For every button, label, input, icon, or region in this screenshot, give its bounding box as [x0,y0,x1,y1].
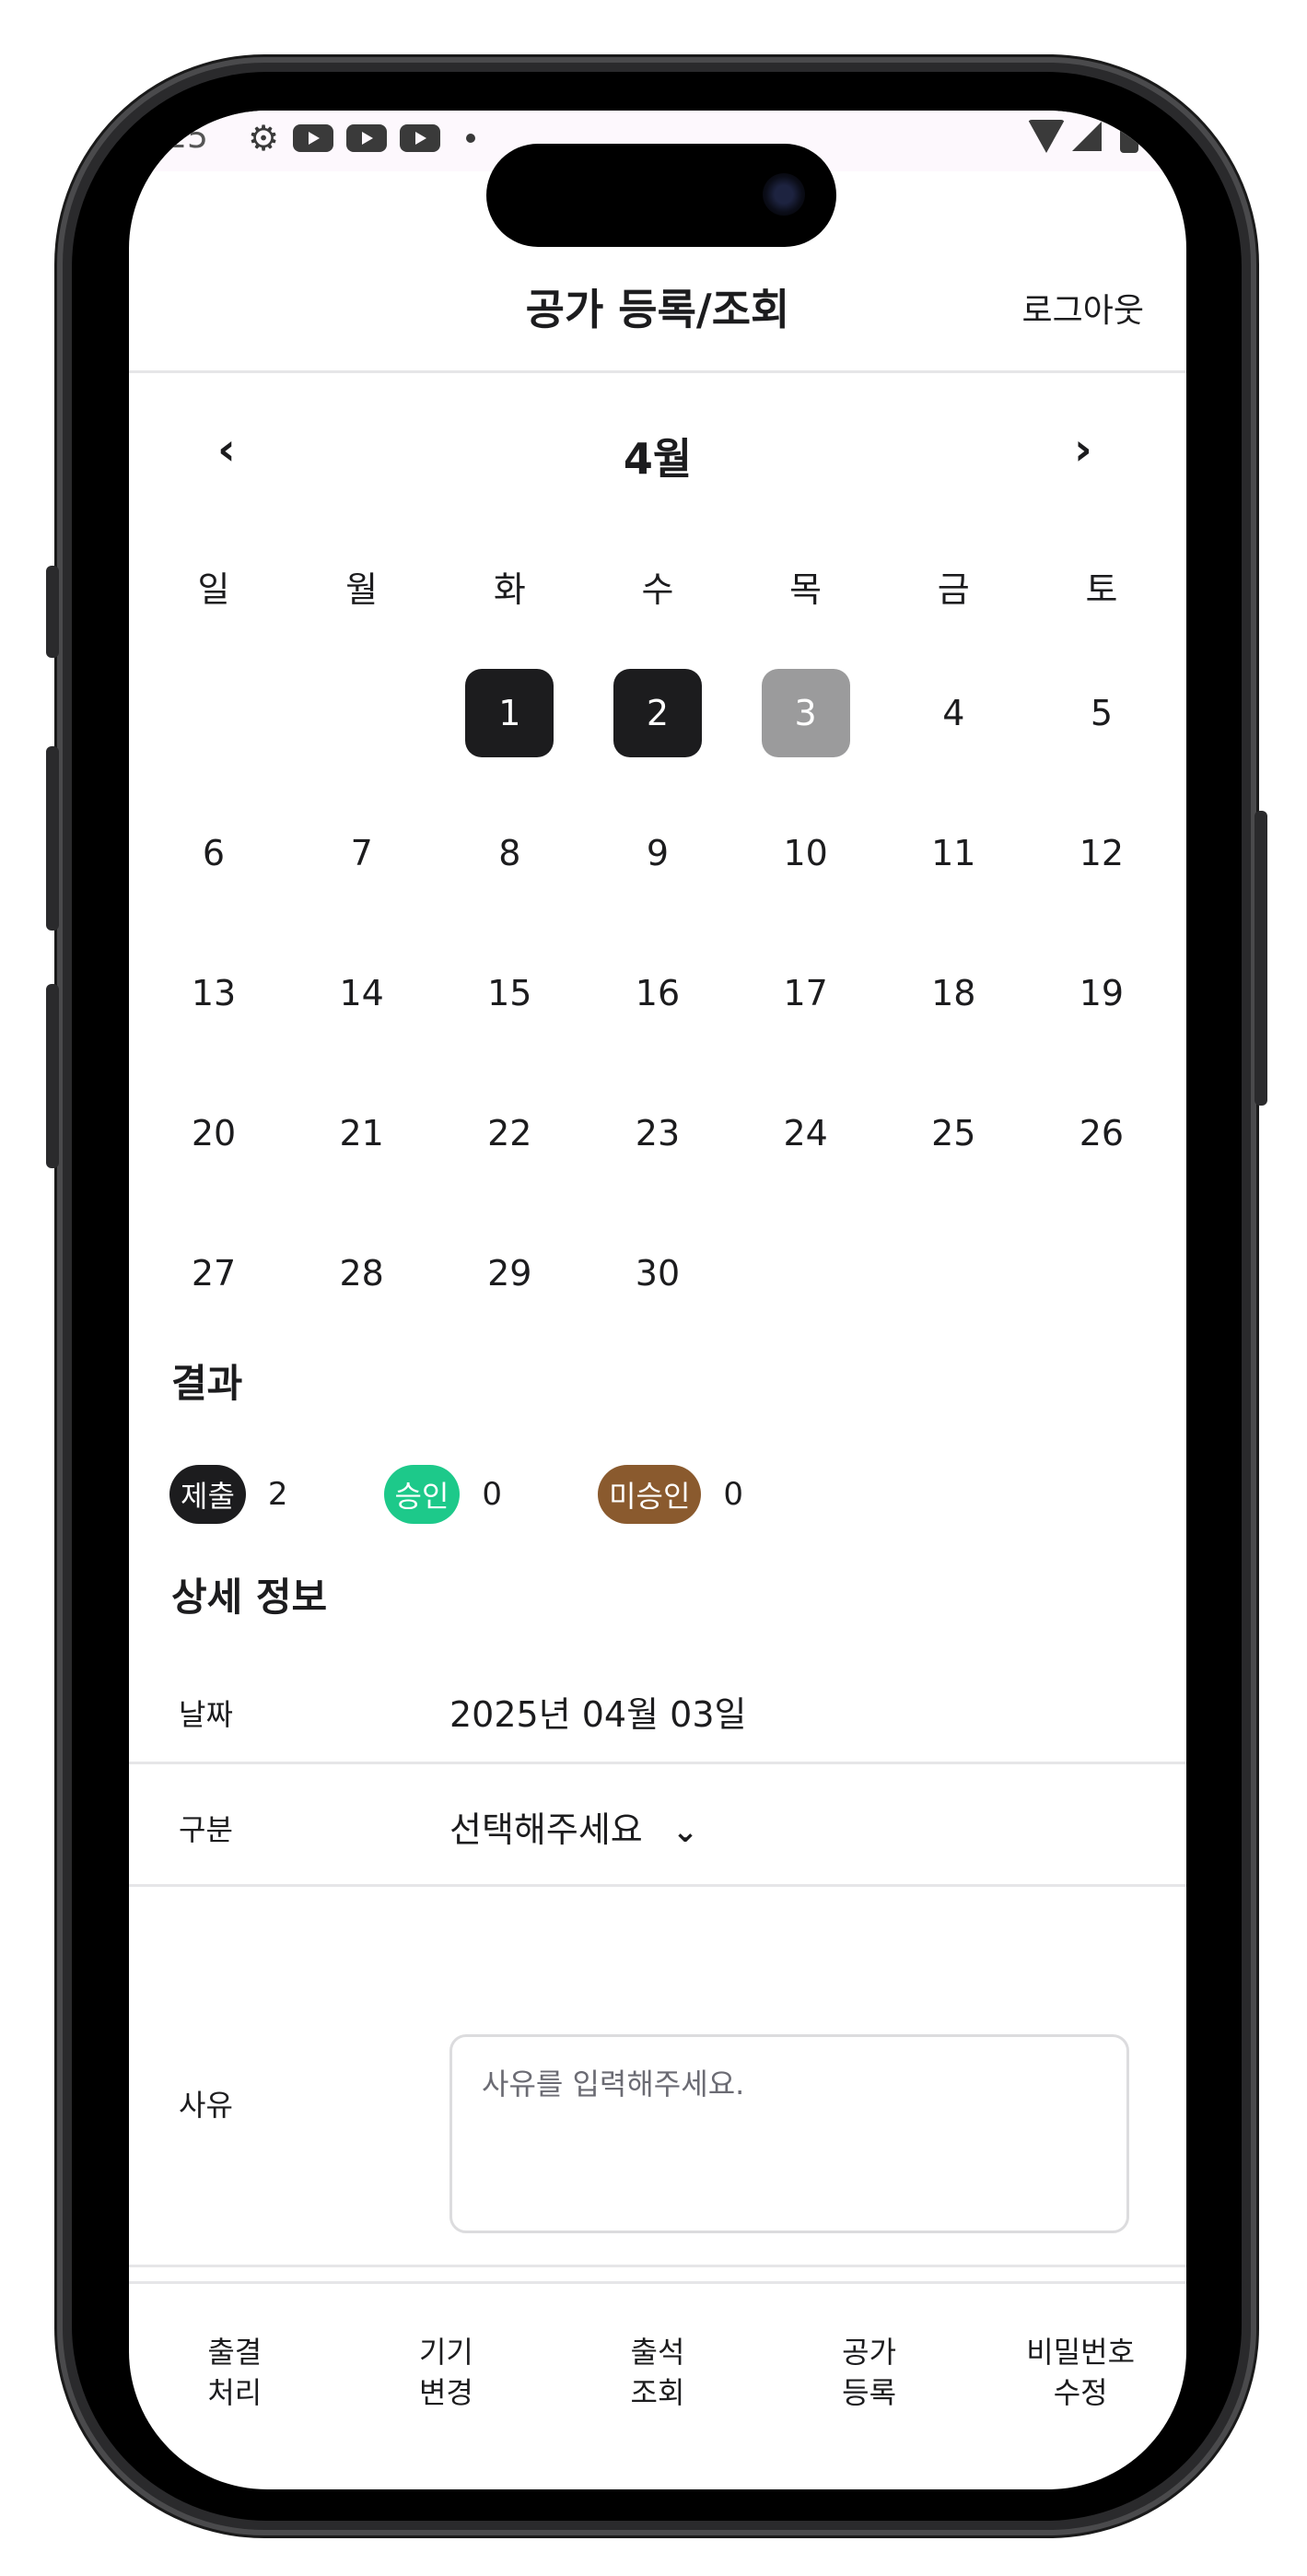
reason-field [449,2034,1129,2233]
chevron-down-icon: ⌄ [671,1813,699,1850]
status-badge-submitted: 제출 [169,1465,246,1524]
calendar-day[interactable]: 19 [1057,949,1146,1037]
nav-device-change[interactable]: 기기 변경 [341,2284,553,2468]
calendar-day[interactable]: 10 [762,809,850,897]
result-unapproved: 미승인 0 [598,1465,743,1524]
logout-button[interactable]: 로그아웃 [1022,284,1144,332]
calendar-day[interactable]: 25 [909,1089,998,1177]
weekday-label: 화 [493,568,526,610]
gear-icon: ⚙ [247,118,280,158]
calendar-empty-cell [762,1229,850,1317]
more-notifications-icon [466,134,475,143]
calendar-day[interactable]: 2 [613,669,702,757]
calendar-day[interactable]: 26 [1057,1089,1146,1177]
power-button [1254,811,1267,1106]
next-month-button[interactable]: › [1074,424,1092,475]
calendar-day[interactable]: 15 [465,949,554,1037]
app-header: 공가 등록/조회 로그아웃 [129,249,1186,373]
calendar-day[interactable]: 13 [169,949,258,1037]
weekday-label: 목 [789,568,823,610]
calendar-day[interactable]: 28 [318,1229,406,1317]
action-button [46,566,59,658]
results-title: 결과 [171,1361,243,1406]
calendar-day[interactable]: 27 [169,1229,258,1317]
calendar-day[interactable]: 7 [318,809,406,897]
type-row: 구분 선택해주세요 ⌄ [129,1764,1186,1887]
calendar-empty-cell [318,669,406,757]
weekday-label: 금 [937,568,970,610]
calendar-week-row: 27 28 29 30 [169,1229,1146,1317]
calendar-week-row: 13 14 15 16 17 18 19 [169,949,1146,1037]
nav-attendance-process[interactable]: 출결 처리 [129,2284,341,2468]
result-approved: 승인 0 [383,1465,503,1524]
calendar-day[interactable]: 9 [613,809,702,897]
calendar-day[interactable]: 3 [761,669,850,757]
volume-down-button [46,984,59,1168]
date-label: 날짜 [179,1697,233,1732]
bottom-nav: 출결 처리 기기 변경 출석 조회 공가 등록 비밀번호 수정 [129,2281,1186,2468]
dynamic-island [486,144,836,247]
wifi-icon [1028,120,1065,153]
calendar-day[interactable]: 18 [909,949,998,1037]
weekday-label: 수 [641,568,674,610]
type-select-value: 선택해주세요 [449,1809,643,1850]
calendar-empty-cell [169,669,258,757]
type-label: 구분 [179,1812,233,1847]
type-select[interactable]: 선택해주세요 ⌄ [449,1801,698,1852]
month-label: 4월 [623,434,693,484]
calendar-day[interactable]: 17 [762,949,850,1037]
system-nav-bar [129,2465,1186,2489]
calendar-week-row: 12345 [169,669,1146,757]
nav-attendance-view[interactable]: 출석 조회 [552,2284,764,2468]
reason-input[interactable] [452,2037,1126,2231]
calendar-day[interactable]: 16 [613,949,702,1037]
calendar-empty-cell [909,1229,998,1317]
submitted-count: 2 [267,1476,288,1513]
calendar-day[interactable]: 11 [909,809,998,897]
calendar-week-row: 20 21 22 23 24 25 26 [169,1089,1146,1177]
date-row: 날짜 2025년 04월 03일 [129,1655,1186,1764]
result-submitted: 제출 2 [169,1465,288,1524]
youtube-icon [293,124,333,152]
front-camera [763,173,805,216]
calendar-day[interactable]: 14 [318,949,406,1037]
cell-signal-icon [1072,122,1102,151]
calendar-day[interactable]: 6 [169,809,258,897]
nav-leave-register[interactable]: 공가 등록 [764,2284,975,2468]
results-summary: 제출 2 승인 0 미승인 0 [169,1465,839,1524]
calendar-day[interactable]: 21 [318,1089,406,1177]
reason-label: 사유 [179,2088,233,2123]
youtube-icon [400,124,440,152]
date-value: 2025년 04월 03일 [449,1694,747,1735]
weekday-label: 토 [1085,568,1118,610]
calendar-day[interactable]: 8 [465,809,554,897]
calendar-week-row: 6 7 8 9 10 11 12 [169,809,1146,897]
detail-title: 상세 정보 [171,1575,328,1620]
unapproved-count: 0 [723,1476,744,1513]
approved-count: 0 [482,1476,503,1513]
calendar-day[interactable]: 4 [909,669,998,757]
nav-password-change[interactable]: 비밀번호 수정 [974,2284,1186,2468]
battery-icon [1120,120,1138,153]
weekday-label: 월 [345,568,379,610]
calendar-day[interactable]: 24 [762,1089,850,1177]
calendar-day[interactable]: 29 [465,1229,554,1317]
calendar-day[interactable]: 12 [1057,809,1146,897]
weekday-label: 일 [197,568,230,610]
volume-up-button [46,746,59,931]
weekday-header: 일 월 화 수 목 금 토 [169,558,1146,614]
calendar-day[interactable]: 1 [465,669,554,757]
calendar-day[interactable]: 23 [613,1089,702,1177]
calendar-day[interactable]: 30 [613,1229,702,1317]
calendar-day[interactable]: 5 [1057,669,1146,757]
calendar-day[interactable]: 20 [169,1089,258,1177]
calendar-empty-cell [1057,1229,1146,1317]
app-screen: :25 ⚙ 공가 등록/조회 로그아웃 ‹ 4월 › 일 월 화 수 목 금 토… [129,111,1186,2489]
calendar-day[interactable]: 22 [465,1089,554,1177]
youtube-icon [346,124,387,152]
status-badge-approved: 승인 [383,1465,461,1524]
status-time: :25 [155,118,208,156]
status-badge-unapproved: 미승인 [598,1465,702,1524]
